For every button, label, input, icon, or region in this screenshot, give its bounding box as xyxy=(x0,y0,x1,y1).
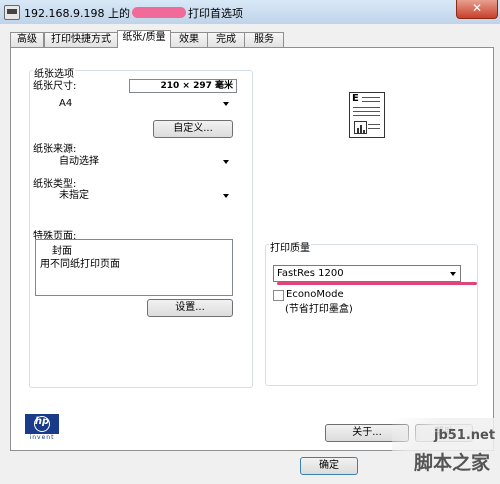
watermark-site: jb51.net xyxy=(434,428,496,443)
title-bar: 192.168.9.198 上的 打印首选项 ✕ xyxy=(0,0,500,24)
print-quality-select[interactable]: FastRes 1200 xyxy=(273,265,461,282)
tab-effects[interactable]: 效果 xyxy=(170,32,208,47)
redacted-printer-name xyxy=(131,7,186,18)
tab-print-shortcuts[interactable]: 打印快捷方式 xyxy=(44,32,118,47)
chevron-down-icon xyxy=(223,194,229,198)
print-quality-label: 打印质量 xyxy=(269,239,311,254)
preview-line xyxy=(362,97,380,98)
chevron-down-icon xyxy=(223,102,229,106)
close-icon: ✕ xyxy=(471,1,483,15)
paper-source-label: 纸张来源: xyxy=(33,144,77,155)
title-host: 192.168.9.198 上的 xyxy=(24,7,130,20)
preview-chart-icon xyxy=(354,121,367,134)
hp-logo-tagline: invent xyxy=(29,434,55,441)
chevron-down-icon xyxy=(223,160,229,164)
preview-line xyxy=(362,101,380,102)
preview-line xyxy=(353,111,380,112)
preview-line xyxy=(353,115,380,116)
watermark-name: 脚本之家 xyxy=(414,452,491,474)
paper-type-select[interactable]: 未指定 xyxy=(35,188,233,203)
preview-line xyxy=(368,128,380,129)
preview-line xyxy=(368,124,380,125)
preview-chart-bar xyxy=(363,130,365,133)
paper-size-label: 纸张尺寸: xyxy=(33,81,77,92)
paper-source-select[interactable]: 自动选择 xyxy=(35,154,233,169)
special-pages-list[interactable]: 封面 用不同纸打印页面 xyxy=(35,239,233,296)
preview-chart-bar xyxy=(360,125,362,133)
ok-button[interactable]: 确定 xyxy=(300,457,358,475)
tab-paper-quality[interactable]: 纸张/质量 xyxy=(117,30,171,48)
title-suffix: 打印首选项 xyxy=(187,7,243,20)
tab-services[interactable]: 服务 xyxy=(244,32,284,47)
paper-size-display: 210 × 297 毫米 xyxy=(129,79,237,93)
close-button[interactable]: ✕ xyxy=(456,0,498,19)
econo-mode-label: EconoMode xyxy=(286,289,344,300)
print-quality-value: FastRes 1200 xyxy=(277,268,344,279)
tab-finishing[interactable]: 完成 xyxy=(207,32,245,47)
econo-mode-sub-label: (节省打印墨盒) xyxy=(285,304,353,315)
paper-size-value: A4 xyxy=(59,98,73,109)
hp-logo-mark: hp xyxy=(34,416,50,427)
list-item[interactable]: 用不同纸打印页面 xyxy=(40,255,120,270)
tab-panel-paper-quality: 纸张选项 纸张尺寸: 210 × 297 毫米 A4 自定义... 纸张来源: … xyxy=(10,47,494,451)
custom-size-button[interactable]: 自定义... xyxy=(153,120,233,138)
preview-letter-icon: E xyxy=(352,93,359,104)
tab-advanced[interactable]: 高级 xyxy=(10,32,44,47)
paper-source-value: 自动选择 xyxy=(59,156,99,167)
highlight-underline xyxy=(277,282,477,285)
preview-line xyxy=(353,107,380,108)
page-preview: E xyxy=(349,92,385,138)
settings-button[interactable]: 设置... xyxy=(147,299,233,317)
printer-icon xyxy=(4,5,20,20)
paper-size-select[interactable]: A4 xyxy=(35,96,233,111)
hp-logo: hp invent xyxy=(25,414,59,442)
preview-chart-bar xyxy=(357,128,359,133)
chevron-down-icon xyxy=(450,272,456,276)
paper-type-value: 未指定 xyxy=(59,190,89,201)
window-title: 192.168.9.198 上的 打印首选项 xyxy=(24,5,243,21)
watermark: jb51.net 脚本之家 xyxy=(392,418,498,480)
econo-mode-checkbox[interactable] xyxy=(273,290,284,301)
dialog-body: 高级 打印快捷方式 纸张/质量 效果 完成 服务 纸张选项 纸张尺寸: 210 … xyxy=(0,24,500,484)
